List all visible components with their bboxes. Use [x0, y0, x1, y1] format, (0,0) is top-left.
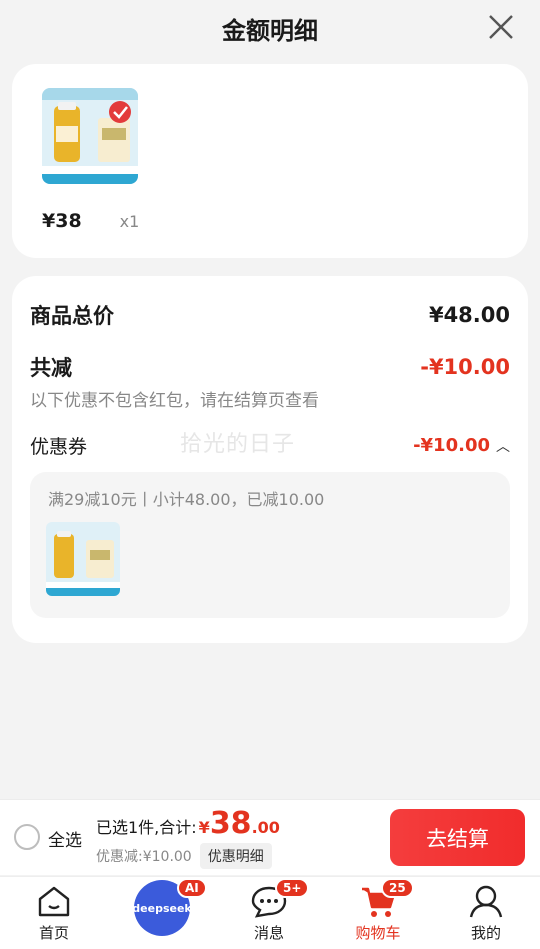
coupon-value[interactable]: -¥10.00 ︿ [413, 435, 510, 456]
home-icon [38, 886, 70, 917]
total-row: 商品总价 ¥48.00 [30, 300, 510, 330]
tab-messages-label: 消息 [253, 924, 284, 942]
tab-cart-label: 购物车 [355, 924, 401, 942]
tab-mine[interactable]: 我的 [446, 877, 526, 949]
product-image[interactable] [42, 88, 138, 184]
coupon-row[interactable]: 优惠券 -¥10.00 ︿ [30, 432, 510, 459]
tab-mine-label: 我的 [470, 924, 501, 942]
user-icon [469, 885, 503, 918]
total-value: ¥48.00 [428, 303, 510, 327]
amount-detail-card: 商品总价 ¥48.00 共减 -¥10.00 以下优惠不包含红包，请在结算页查看… [12, 276, 528, 643]
product-quantity: x1 [119, 211, 140, 231]
select-all-checkbox[interactable] [14, 824, 40, 850]
reduce-value: -¥10.00 [420, 355, 510, 379]
tab-home-label: 首页 [38, 924, 69, 942]
product-price: ¥38 [42, 210, 82, 232]
messages-badge: 5+ [275, 878, 310, 898]
select-all-label[interactable]: 全选 [48, 826, 82, 851]
coupon-amount: -¥10.00 [413, 435, 490, 456]
tab-bar: 首页 消息 购物车 我的 [0, 876, 540, 949]
coupon-detail-text: 满29减10元丨小计48.00，已减10.00 [48, 490, 325, 509]
discount-amount: 优惠减:¥10.00 [96, 849, 192, 865]
tab-home[interactable]: 首页 [14, 877, 94, 949]
total-amount: 38 [209, 806, 252, 841]
reduce-row: 共减 -¥10.00 [30, 352, 510, 382]
total-amount-decimal: .00 [251, 818, 280, 837]
price-row: ¥38 x1 [42, 210, 139, 232]
cart-badge: 25 [381, 878, 414, 898]
checkout-bar: 全选 已选1件,合计: ¥ 38 .00 优惠减:¥10.00 优惠明细 去结算 [0, 799, 540, 875]
coupon-label: 优惠券 [30, 436, 88, 458]
currency-symbol: ¥ [198, 818, 210, 837]
discount-detail-button[interactable]: 优惠明细 [199, 843, 272, 869]
total-label: 商品总价 [30, 304, 114, 328]
checkout-summary: 已选1件,合计: ¥ 38 .00 优惠减:¥10.00 优惠明细 [96, 806, 280, 869]
discount-note: 以下优惠不包含红包，请在结算页查看 [30, 391, 319, 411]
coupon-detail-box: 满29减10元丨小计48.00，已减10.00 [30, 472, 510, 618]
product-card: ¥38 x1 [12, 64, 528, 258]
header: 金额明细 [0, 0, 540, 56]
reduce-label: 共减 [30, 356, 72, 380]
chevron-up-icon[interactable]: ︿ [496, 436, 510, 456]
selected-count: 已选1件,合计: [96, 818, 197, 837]
checkout-button[interactable]: 去结算 [390, 809, 525, 866]
ai-badge: AI [177, 878, 207, 898]
close-icon[interactable] [486, 12, 516, 42]
page-title: 金额明细 [222, 16, 318, 45]
coupon-product-image [46, 522, 120, 596]
